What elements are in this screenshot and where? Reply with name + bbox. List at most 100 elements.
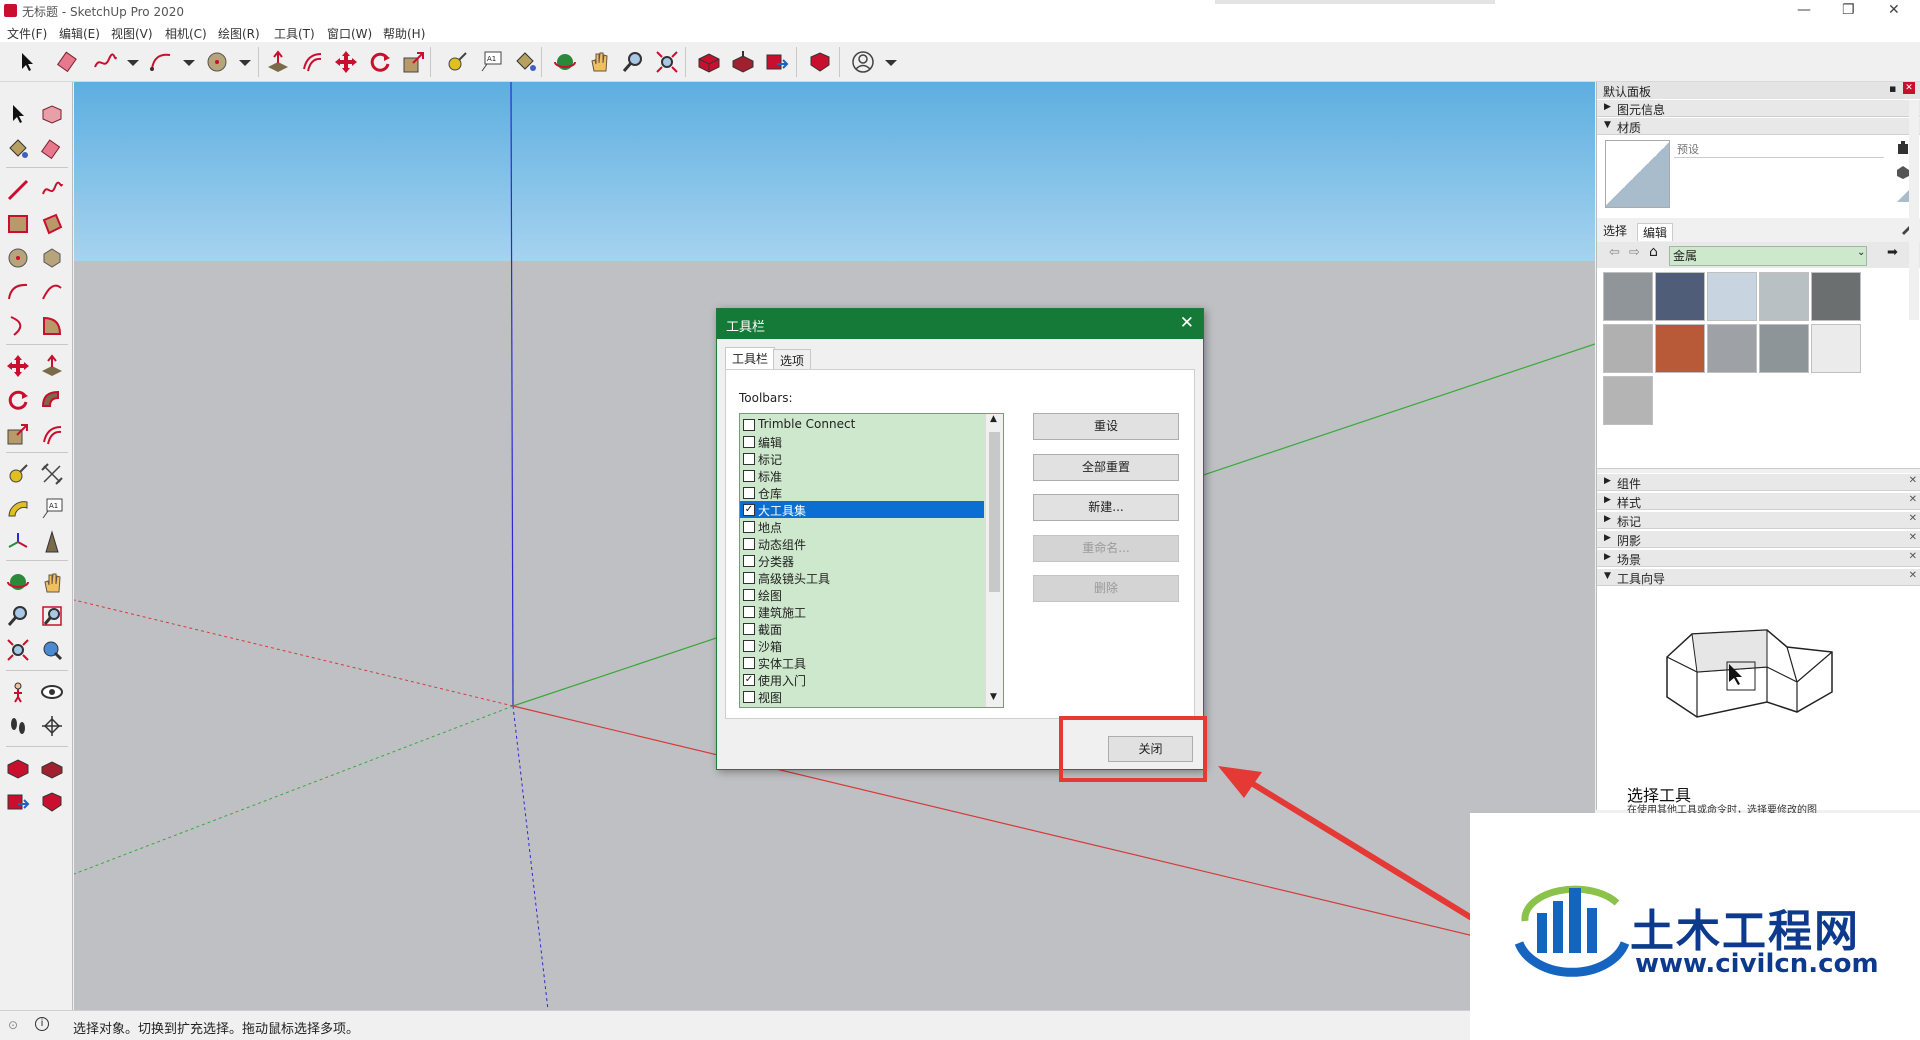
menu-camera[interactable]: 相机(C) (165, 25, 207, 42)
share-model-icon[interactable] (730, 49, 756, 75)
material-swatch[interactable] (1811, 272, 1861, 321)
freehand-icon[interactable] (92, 49, 118, 75)
eraser-icon[interactable] (55, 49, 81, 75)
orbit-icon[interactable] (552, 49, 578, 75)
menu-file[interactable]: 文件(F) (7, 25, 47, 42)
close-icon[interactable]: ✕ (1909, 551, 1917, 562)
zoom-extents-icon[interactable] (6, 638, 30, 662)
toolbar-checkbox[interactable] (743, 623, 755, 635)
material-swatch[interactable] (1811, 324, 1861, 373)
instructor-header[interactable]: ▼ 工具向导 ✕ (1597, 569, 1920, 586)
pan-icon[interactable] (586, 49, 612, 75)
axes-icon[interactable] (6, 530, 30, 554)
toolbar-list-item[interactable]: 标准 (740, 467, 984, 484)
toolbar-checkbox[interactable] (743, 555, 755, 567)
toolbar-checkbox[interactable] (743, 453, 755, 465)
toolbar-checkbox[interactable] (743, 470, 755, 482)
forward-arrow-icon[interactable]: ⇨ (1629, 245, 1640, 260)
select-icon[interactable] (6, 102, 30, 126)
offset-icon[interactable] (40, 422, 64, 446)
material-name-field[interactable] (1674, 140, 1884, 158)
toolbar-list-item[interactable]: 实体工具 (740, 654, 984, 671)
paint-bucket-icon[interactable] (512, 49, 538, 75)
delete-button[interactable]: 删除 (1033, 575, 1179, 602)
tray-scrollbar[interactable] (1909, 100, 1919, 320)
chevron-down-icon[interactable]: ⌄ (1857, 247, 1865, 258)
scroll-thumb[interactable] (989, 432, 1000, 592)
toolbar-checkbox[interactable] (743, 436, 755, 448)
close-icon[interactable]: ✕ (1909, 475, 1917, 486)
text-tool-icon[interactable]: A1 (478, 49, 504, 75)
user-account-icon[interactable] (850, 49, 876, 75)
geo-location-icon[interactable]: ⊙ (8, 1018, 18, 1032)
3d-text-icon[interactable] (40, 530, 64, 554)
close-icon[interactable]: ✕ (1909, 494, 1917, 505)
back-arrow-icon[interactable]: ⇦ (1609, 245, 1620, 260)
rotated-rectangle-icon[interactable] (40, 212, 64, 236)
tape-measure-icon[interactable] (444, 49, 470, 75)
push-pull-icon[interactable] (265, 49, 291, 75)
freehand-icon[interactable] (40, 178, 64, 202)
tab-toolbars[interactable]: 工具栏 (725, 347, 776, 370)
share-model-icon[interactable] (40, 756, 64, 780)
info-icon[interactable]: i (35, 1017, 49, 1031)
move-icon[interactable] (6, 354, 30, 378)
toolbar-list-item[interactable]: 仓库 (740, 484, 984, 501)
eraser-icon[interactable] (40, 137, 64, 161)
chevron-down-icon[interactable] (878, 49, 904, 75)
zoom-window-icon[interactable] (40, 604, 64, 628)
3d-warehouse-icon[interactable] (6, 756, 30, 780)
close-icon[interactable]: ✕ (1909, 513, 1917, 524)
text-tool-icon[interactable]: A1 (40, 496, 64, 520)
section-plane-icon[interactable] (40, 714, 64, 738)
toolbar-checkbox[interactable] (743, 657, 755, 669)
arc-icon[interactable] (6, 280, 30, 304)
arc-icon[interactable] (148, 49, 174, 75)
material-swatch[interactable] (1603, 376, 1653, 425)
circle-tool-icon[interactable] (204, 49, 230, 75)
material-swatch[interactable] (1603, 324, 1653, 373)
push-pull-icon[interactable] (40, 354, 64, 378)
extension-warehouse-icon[interactable] (6, 790, 30, 814)
previous-view-icon[interactable] (40, 638, 64, 662)
toolbar-list-item[interactable]: 动态组件 (740, 535, 984, 552)
entity-info-header[interactable]: ▶图元信息✕ (1597, 100, 1920, 117)
line-icon[interactable] (6, 178, 30, 202)
toolbar-list-item[interactable]: 绘图 (740, 586, 984, 603)
new-toolbar-button[interactable]: 新建... (1033, 494, 1179, 521)
toolbar-checkbox[interactable] (743, 487, 755, 499)
follow-me-icon[interactable] (40, 388, 64, 412)
menu-help[interactable]: 帮助(H) (383, 25, 425, 42)
protractor-icon[interactable] (6, 496, 30, 520)
select-icon[interactable] (14, 49, 40, 75)
details-arrow-icon[interactable]: ➡ (1887, 245, 1898, 260)
menu-edit[interactable]: 编辑(E) (59, 25, 100, 42)
move-icon[interactable] (333, 49, 359, 75)
extension-manager-icon[interactable] (40, 790, 64, 814)
toolbars-list[interactable]: Trimble Connect 编辑 标记 标准 仓库 ✓ 大工具集 地点 动态组件 分类器 高级镜… (739, 413, 1004, 708)
paint-bucket-icon[interactable] (6, 137, 30, 161)
rectangle-icon[interactable] (6, 212, 30, 236)
extension-warehouse-icon[interactable] (764, 49, 790, 75)
dimension-icon[interactable] (40, 462, 64, 486)
toolbar-checkbox[interactable] (743, 572, 755, 584)
three-point-arc-icon[interactable] (6, 314, 30, 338)
toolbar-checkbox[interactable]: ✓ (743, 504, 755, 516)
toolbar-list-item[interactable]: 标记 (740, 450, 984, 467)
chevron-down-icon[interactable] (232, 49, 258, 75)
tab-edit[interactable]: 编辑 (1637, 223, 1674, 241)
components-header[interactable]: ▶ 组件 ✕ (1597, 474, 1920, 491)
reset-button[interactable]: 重设 (1033, 413, 1179, 440)
rotate-icon[interactable] (6, 388, 30, 412)
rotate-icon[interactable] (367, 49, 393, 75)
material-library-select[interactable]: 金属 (1669, 246, 1867, 266)
toolbar-list-item[interactable]: 编辑 (740, 433, 984, 450)
tray-close-icon[interactable]: ✕ (1903, 82, 1915, 94)
material-swatch[interactable] (1655, 272, 1705, 321)
scroll-up-icon[interactable]: ▲ (990, 414, 997, 424)
pie-icon[interactable] (40, 314, 64, 338)
toolbar-checkbox[interactable] (743, 538, 755, 550)
toolbar-list-item[interactable]: 分类器 (740, 552, 984, 569)
close-icon[interactable]: ✕ (1909, 570, 1917, 581)
toolbar-checkbox[interactable] (743, 419, 755, 431)
